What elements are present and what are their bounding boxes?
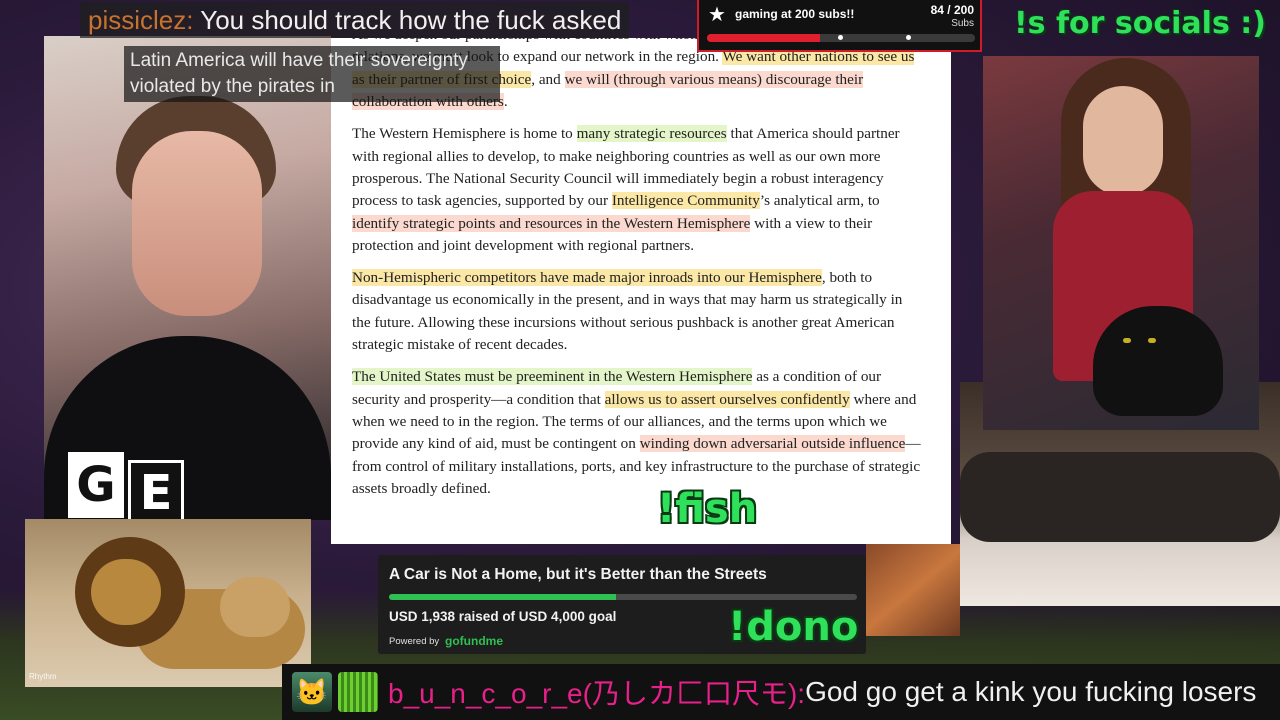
cat-eye xyxy=(1148,338,1156,343)
caption-overlay: Latin America will have their sovereignt… xyxy=(124,46,500,102)
sub-goal-unit: Subs xyxy=(951,18,974,29)
black-cat xyxy=(1093,306,1223,416)
chat-text: You should track how the fuck asked xyxy=(193,5,622,35)
socials-banner: !s for socials :) xyxy=(1014,6,1266,41)
grass-badge-icon xyxy=(338,672,378,712)
milestone-dot xyxy=(838,35,843,40)
streamer-webcam xyxy=(44,36,331,520)
dono-command: !dono xyxy=(728,604,859,650)
lion-photo: Rhythm xyxy=(25,519,311,687)
vtuber-portrait xyxy=(983,56,1259,430)
lion-cub xyxy=(220,577,290,637)
highlighted-text: winding down adversarial outside influen… xyxy=(639,435,906,453)
sub-goal-widget: ★ gaming at 200 subs!! 84 / 200 Subs xyxy=(697,0,982,52)
document-paragraph: The Western Hemisphere is home to many s… xyxy=(352,123,922,257)
chat-username: b_u_n_c_o_r_e(乃しカ匚口尺モ): xyxy=(388,678,806,709)
lion-watermark: Rhythm xyxy=(29,672,57,681)
document-page: As we deepen our partnerships with count… xyxy=(331,38,951,544)
highlighted-text: identify strategic points and resources … xyxy=(352,214,751,232)
highlighted-text: allows us to assert ourselves confidentl… xyxy=(604,390,850,408)
webcam-face xyxy=(132,131,262,316)
gofundme-progress-fill xyxy=(389,594,616,600)
sleeping-dog xyxy=(960,452,1280,542)
gofundme-raised: USD 1,938 raised of USD 4,000 goal xyxy=(389,609,617,624)
paragraph-text: , and xyxy=(531,70,565,88)
ge-logo: G E xyxy=(68,452,184,526)
paragraph-text: ’s analytical arm, to xyxy=(759,192,880,210)
logo-letter-e: E xyxy=(128,460,184,526)
sub-goal-progress-fill xyxy=(707,34,820,42)
highlighted-text: Non-Hemispheric competitors have made ma… xyxy=(352,269,822,287)
sub-goal-count: 84 / 200 xyxy=(930,3,974,17)
document-text: As we deepen our partnerships with count… xyxy=(352,38,922,510)
paragraph-text: . xyxy=(503,93,508,111)
powered-by-label: Powered by xyxy=(389,636,440,647)
cat-avatar-icon: 🐱 xyxy=(292,672,332,712)
cat-eye xyxy=(1123,338,1131,343)
sub-goal-title: gaming at 200 subs!! xyxy=(735,7,855,21)
top-chat-message: pissiclez: You should track how the fuck… xyxy=(80,2,630,38)
chat-text: God go get a kink you fucking losers xyxy=(805,676,1257,707)
star-icon: ★ xyxy=(708,4,726,26)
fish-command: !fish xyxy=(657,486,758,532)
document-paragraph: Non-Hemispheric competitors have made ma… xyxy=(352,267,922,357)
highlighted-text: many strategic resources xyxy=(576,125,727,143)
bottom-chat-message: 🐱 b_u_n_c_o_r_e(乃しカ匚口尺モ): God go get a k… xyxy=(282,664,1280,720)
document-paragraph: The United States must be preeminent in … xyxy=(352,366,922,500)
cat-thumbnail xyxy=(866,544,960,636)
gofundme-progress-bar xyxy=(389,594,857,600)
milestone-dot xyxy=(906,35,911,40)
gofundme-title: A Car is Not a Home, but it's Better tha… xyxy=(389,566,767,583)
portrait-face xyxy=(1083,86,1163,196)
paragraph-text: The Western Hemisphere is home to xyxy=(352,125,577,143)
logo-letter-g: G xyxy=(68,452,124,518)
chat-username: pissiclez: xyxy=(88,5,194,35)
gofundme-logo: gofundme xyxy=(445,634,503,648)
lion-head xyxy=(91,559,161,625)
highlighted-text: The United States must be preeminent in … xyxy=(352,368,753,386)
highlighted-text: Intelligence Community xyxy=(611,192,760,210)
